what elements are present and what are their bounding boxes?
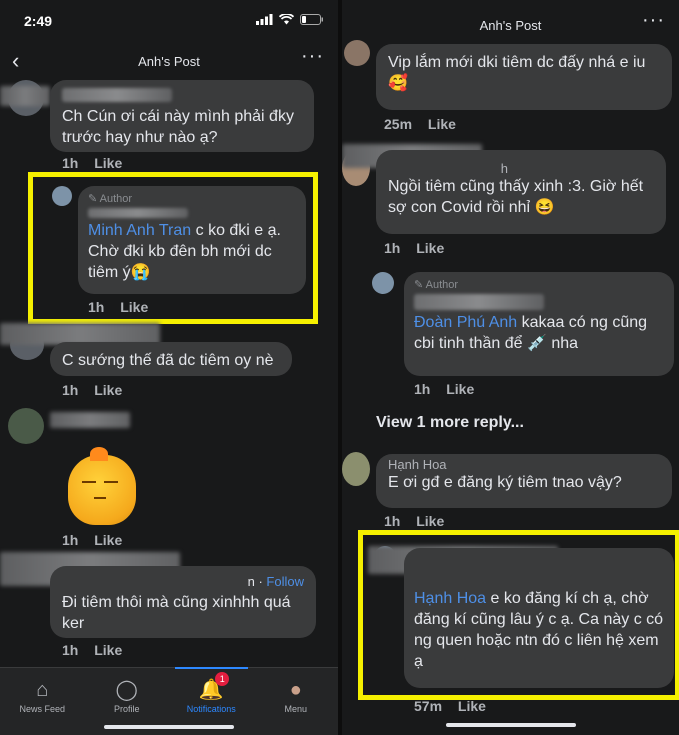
home-indicator (445, 723, 576, 727)
like-button[interactable]: Like (416, 240, 444, 256)
commenter-name[interactable]: Hạnh Hoa (388, 458, 660, 472)
tab-label: Menu (284, 704, 307, 714)
comment-text: Vip lắm mới dki tiêm dc đấy nhá e iu 🥰 (388, 54, 646, 92)
comment-actions: 1h Like (384, 513, 456, 529)
comment-actions: 1h Like (62, 155, 134, 171)
redacted-name (50, 412, 130, 428)
comment-time: 1h (62, 382, 79, 398)
follow-sep: n · (247, 574, 267, 589)
like-button[interactable]: Like (428, 116, 456, 132)
redacted-name (62, 88, 172, 102)
comment-bubble[interactable]: C sướng thế đã dc tiêm oy nè (50, 342, 292, 376)
signal-icon (256, 14, 273, 25)
comment-actions: 1h Like (384, 240, 456, 256)
comment-header: n · Follow (62, 574, 304, 590)
comment-time: 1h (414, 381, 431, 397)
like-button[interactable]: Like (94, 642, 122, 658)
reply-bubble[interactable]: ✎ Author Minh Anh Tran c ko đki e ạ. Chờ… (78, 186, 306, 294)
bell-icon: 🔔 (198, 679, 224, 701)
right-screenshot: Anh's Post ··· Vip lắm mới dki tiêm dc đ… (342, 0, 679, 735)
wifi-icon (279, 14, 294, 25)
comment-bubble[interactable]: h Ngồi tiêm cũng thấy xinh :3. Giờ hết s… (376, 150, 666, 234)
like-button[interactable]: Like (94, 155, 122, 171)
avatar[interactable] (344, 40, 370, 66)
bottom-tab-bar: ⌂ News Feed ◯ Profile 🔔 1 Notifications … (0, 667, 338, 735)
comment-time: 25m (384, 116, 413, 132)
sticker-eye (82, 481, 96, 483)
sticker-eye (104, 481, 118, 483)
left-screenshot: 2:49 ‹ Anh's Post ··· Ch Cún ơi cái này … (0, 0, 338, 735)
like-button[interactable]: Like (94, 382, 122, 398)
page-title: Anh's Post (138, 54, 200, 69)
nav-bar: ‹ Anh's Post ··· (0, 44, 338, 80)
nav-bar: Anh's Post ··· (342, 8, 679, 44)
comment-bubble[interactable]: Hạnh Hoa E ơi gđ e đăng ký tiêm tnao vậy… (376, 454, 672, 508)
mention-link[interactable]: Minh Anh Tran (88, 222, 191, 239)
avatar[interactable] (372, 272, 394, 294)
status-bar: 2:49 (0, 0, 338, 40)
comment-text: Đi tiêm thôi mà cũng xinhhh quá ker (62, 594, 291, 632)
more-options-icon[interactable]: ··· (642, 9, 665, 32)
comment-bubble[interactable]: Ch Cún ơi cái này mình phải đky trước ha… (50, 80, 314, 152)
tab-label: News Feed (19, 704, 66, 714)
tab-label: Notifications (186, 704, 236, 714)
redacted-name (88, 208, 188, 218)
tab-menu[interactable]: ● Menu (254, 668, 339, 735)
comment-time: 1h (88, 299, 105, 315)
menu-avatar-icon: ● (289, 679, 302, 701)
name-partial: h (500, 161, 508, 176)
redacted-name (0, 86, 50, 106)
comment-text: Ch Cún ơi cái này mình phải đky trước ha… (62, 108, 294, 146)
like-button[interactable]: Like (446, 381, 474, 397)
comment-actions: 25m Like (384, 116, 468, 132)
comment-actions: 1h Like (88, 299, 160, 315)
sticker-mouth (94, 497, 106, 499)
comment-time: 1h (62, 532, 79, 548)
comment-time: 1h (62, 642, 79, 658)
comment-text: E ơi gđ e đăng ký tiêm tnao vậy? (388, 474, 622, 491)
sticker-tuft (90, 447, 108, 461)
tab-news-feed[interactable]: ⌂ News Feed (0, 668, 85, 735)
comment-text: C sướng thế đã dc tiêm oy nè (62, 352, 274, 369)
reply-bubble[interactable]: ✎ Author Đoàn Phú Anh kakaa có ng cũng c… (404, 272, 674, 376)
reply-bubble[interactable]: Hạnh Hoa e ko đăng kí ch ạ, chờ đăng kí … (404, 548, 674, 688)
redacted-name (414, 294, 544, 310)
more-options-icon[interactable]: ··· (301, 45, 324, 68)
avatar[interactable] (342, 452, 370, 486)
home-indicator (104, 725, 234, 729)
home-icon: ⌂ (36, 679, 49, 701)
avatar[interactable] (8, 408, 44, 444)
author-badge: ✎ Author (414, 279, 459, 291)
mention-link[interactable]: Hạnh Hoa (414, 590, 486, 607)
comment-text: Ngồi tiêm cũng thấy xinh :3. Giờ hết sợ … (388, 178, 644, 216)
comment-time: 1h (62, 155, 79, 171)
like-button[interactable]: Like (120, 299, 148, 315)
comment-actions: 1h Like (62, 382, 134, 398)
comment-bubble[interactable]: Vip lắm mới dki tiêm dc đấy nhá e iu 🥰 (376, 44, 672, 110)
comment-time: 1h (384, 240, 401, 256)
tab-label: Profile (113, 704, 140, 714)
comment-time: 57m (414, 698, 443, 714)
follow-link[interactable]: Follow (266, 574, 304, 589)
comment-actions: 1h Like (414, 381, 486, 397)
page-title: Anh's Post (479, 18, 542, 33)
mention-link[interactable]: Đoàn Phú Anh (414, 314, 517, 331)
status-time: 2:49 (24, 13, 53, 29)
battery-icon (300, 14, 323, 25)
view-more-replies-link[interactable]: View 1 more reply... (376, 414, 524, 432)
status-icons (256, 14, 324, 25)
comment-bubble[interactable]: n · Follow Đi tiêm thôi mà cũng xinhhh q… (50, 566, 316, 638)
author-badge: ✎ Author (88, 193, 133, 205)
like-button[interactable]: Like (458, 698, 486, 714)
like-button[interactable]: Like (416, 513, 444, 529)
profile-icon: ◯ (115, 679, 138, 701)
comment-actions: 1h Like (62, 642, 134, 658)
sticker-image[interactable] (68, 447, 136, 525)
like-button[interactable]: Like (94, 532, 122, 548)
comment-actions: 1h Like (62, 532, 134, 548)
avatar[interactable] (52, 186, 72, 206)
comment-time: 1h (384, 513, 401, 529)
comment-actions: 57m Like (414, 698, 498, 714)
